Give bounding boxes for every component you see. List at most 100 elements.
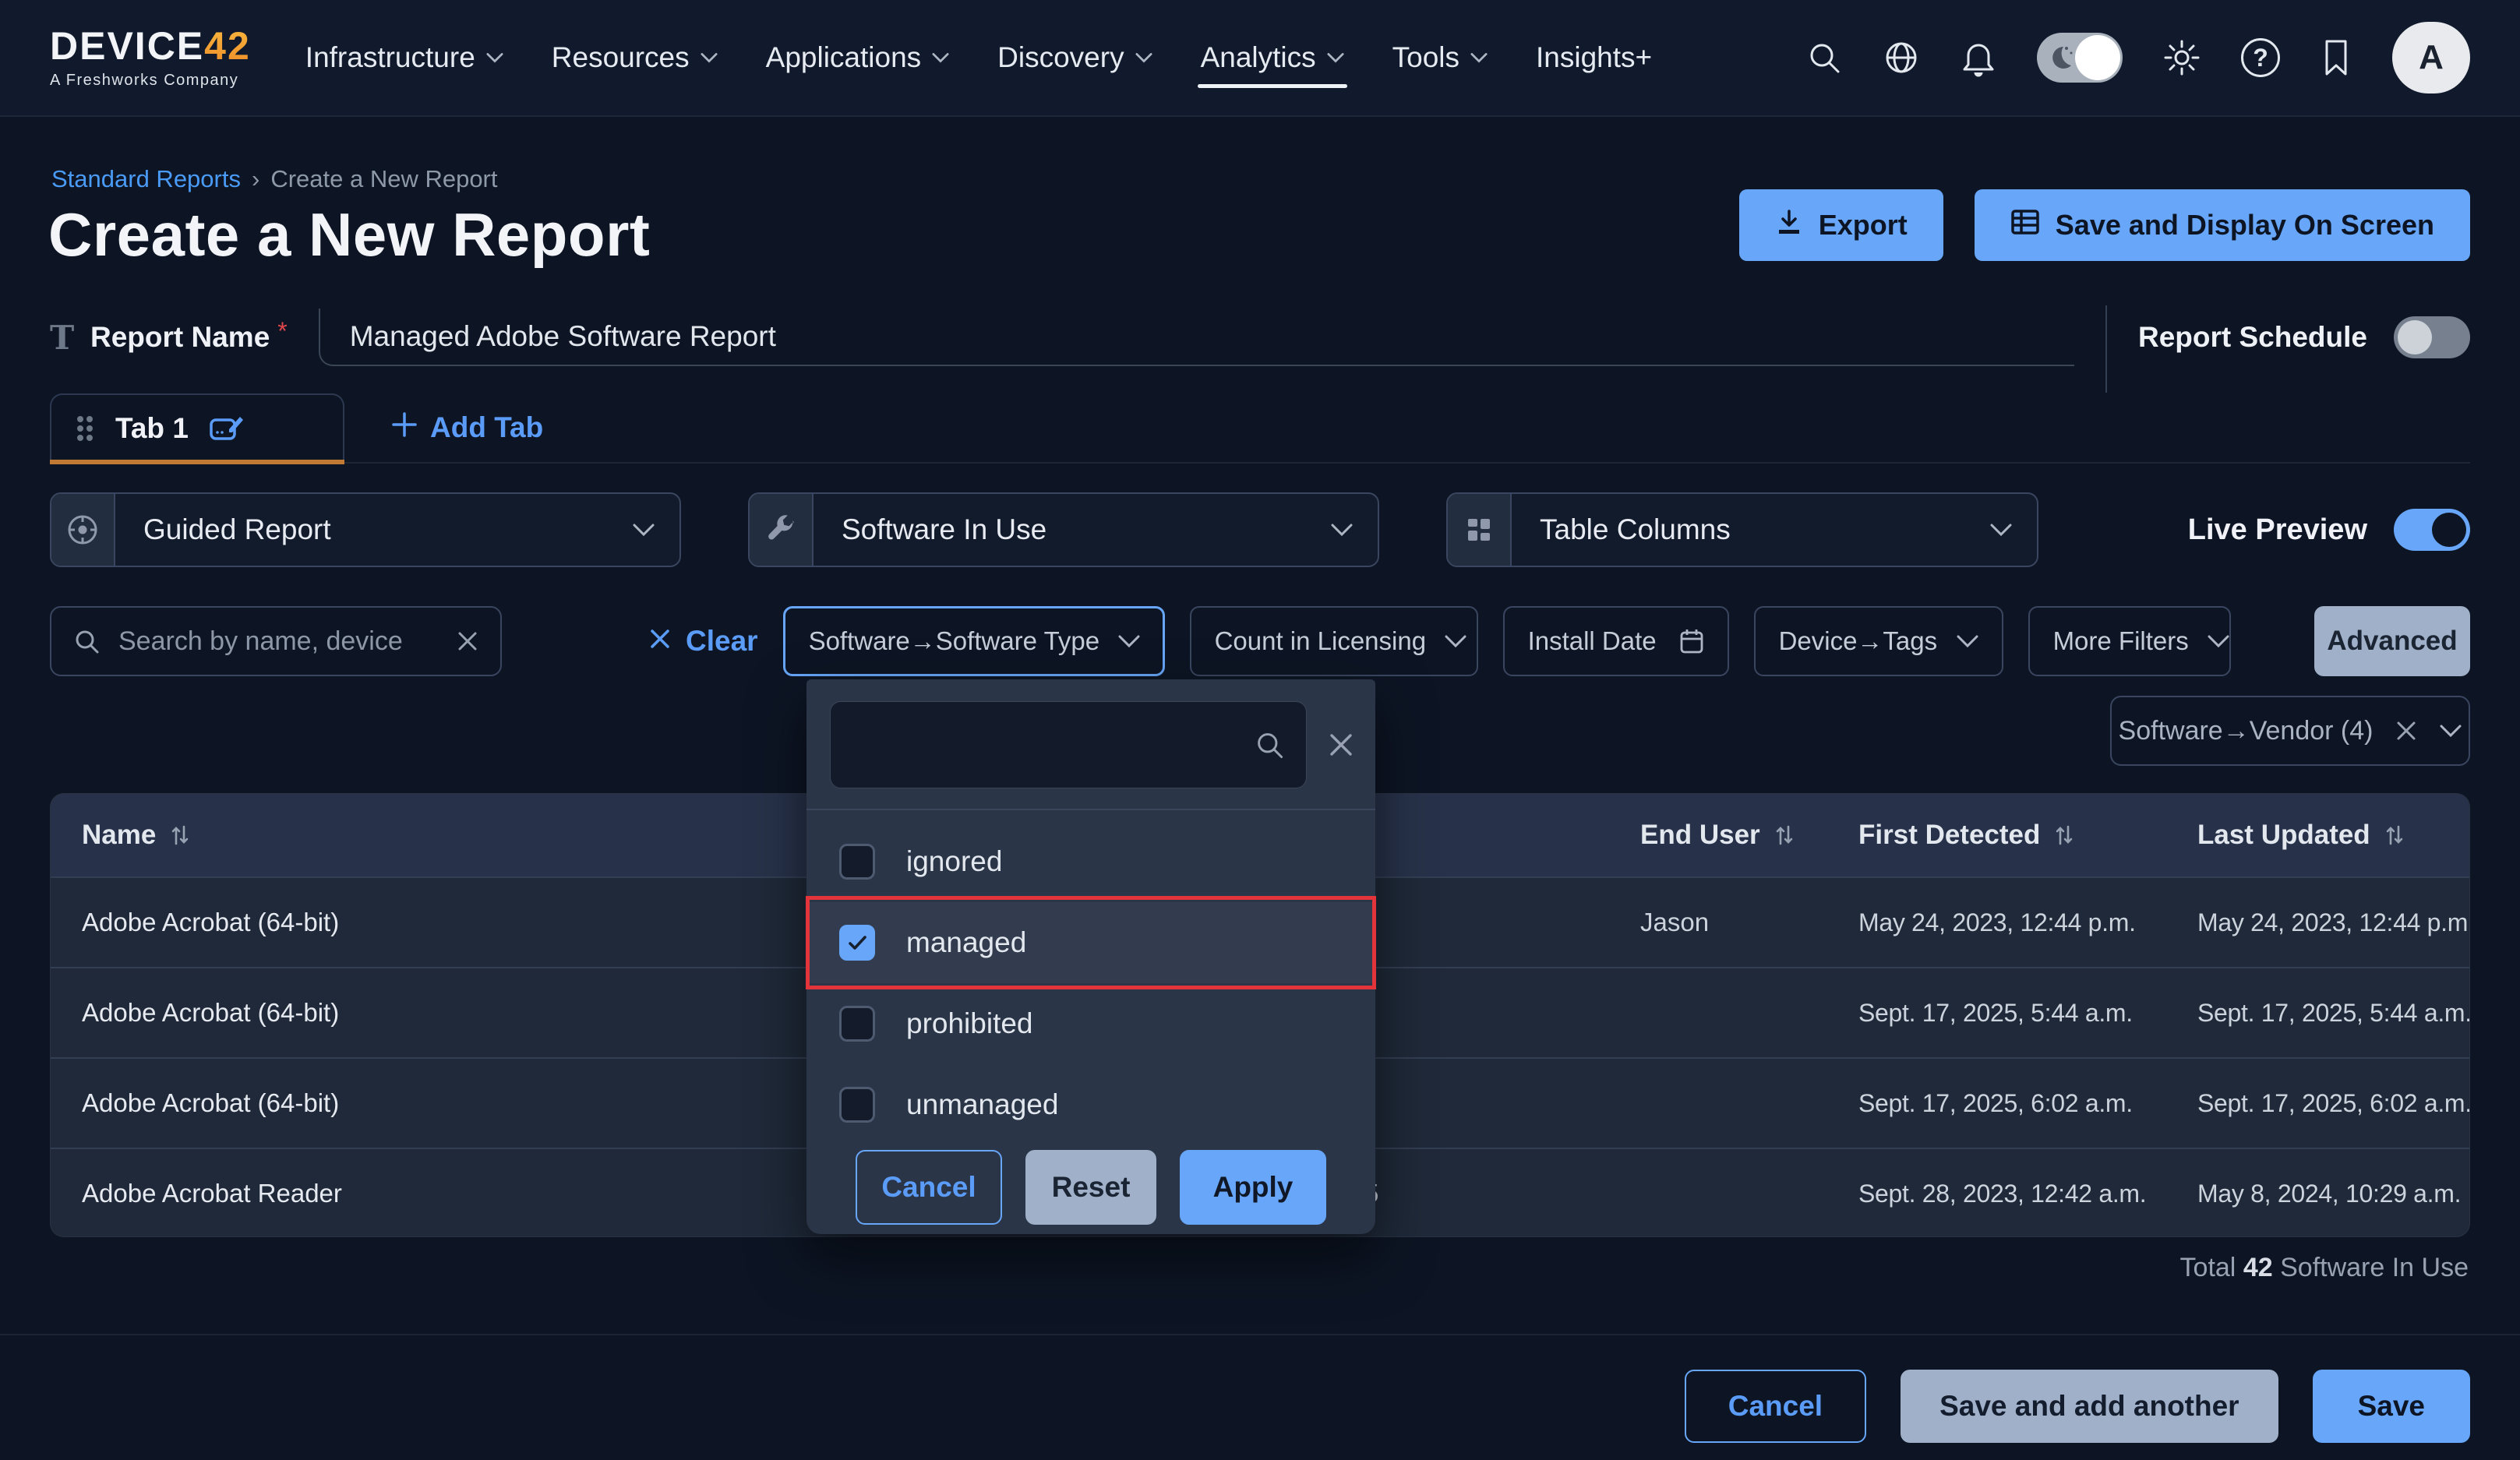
report-name-input[interactable]: Managed Adobe Software Report [319,309,2074,366]
nav-item-tools[interactable]: Tools [1392,7,1488,108]
data-source-select[interactable]: Software In Use [748,492,1379,567]
vertical-divider [2105,305,2107,393]
header-actions: Export Save and Display On Screen [1739,189,2470,261]
close-icon [648,625,672,658]
live-preview-label: Live Preview [2188,513,2367,547]
count-in-licensing-filter-button[interactable]: Count in Licensing [1190,606,1478,676]
device42-logo[interactable]: DEVICE42 A Freshworks Company [50,26,251,90]
sort-icon[interactable] [170,823,190,847]
device-tags-filter-button[interactable]: Device→Tags [1754,606,2003,676]
tab-1-label: Tab 1 [115,412,189,445]
checkbox-checked[interactable] [839,925,875,961]
close-dropdown-icon[interactable] [1327,731,1355,759]
live-preview-toggle[interactable] [2394,509,2470,551]
save-and-display-button[interactable]: Save and Display On Screen [1975,189,2470,261]
user-avatar[interactable]: A [2392,22,2470,93]
drag-handle-icon[interactable] [75,413,95,444]
chevron-down-icon [1445,635,1466,647]
column-header-end-user[interactable]: End User [1609,820,1827,851]
checkbox-unchecked[interactable] [839,1087,875,1123]
chevron-down-icon [1331,494,1353,566]
software-type-filter-button[interactable]: Software→Software Type [783,606,1165,676]
export-button[interactable]: Export [1739,189,1943,261]
cancel-button[interactable]: Cancel [1685,1370,1866,1443]
nav-item-resources[interactable]: Resources [552,7,718,108]
report-schedule-toggle[interactable] [2394,316,2470,358]
chevron-down-icon [1470,52,1488,63]
clear-search-icon[interactable] [457,630,478,652]
column-header-last-updated[interactable]: Last Updated [2166,820,2469,851]
add-tab-button[interactable]: Add Tab [391,411,543,445]
help-icon[interactable]: ? [2241,38,2280,77]
report-type-select[interactable]: Guided Report [50,492,681,567]
top-navbar: DEVICE42 A Freshworks Company Infrastruc… [0,0,2520,117]
settings-gear-icon[interactable] [2163,39,2201,76]
data-source-value: Software In Use [814,494,1331,566]
main-nav: Infrastructure Resources Applications Di… [305,7,1652,108]
selector-row: Guided Report Software In Use Table Colu… [50,492,2470,567]
checkbox-unchecked[interactable] [839,844,875,880]
notifications-bell-icon[interactable] [1961,38,1996,77]
logo-brand: DEVICE [50,24,204,68]
sort-icon[interactable] [2054,823,2074,847]
edit-tab-icon[interactable] [209,412,246,445]
device42-report-builder-screen: DEVICE42 A Freshworks Company Infrastruc… [0,0,2520,1460]
save-button[interactable]: Save [2313,1370,2470,1443]
footer-divider [0,1334,2520,1335]
search-icon[interactable] [1806,40,1842,76]
logo-subtitle: A Freshworks Company [50,72,251,90]
nav-item-infrastructure[interactable]: Infrastructure [305,7,503,108]
chevron-down-icon [701,52,718,63]
clear-filters-button[interactable]: Clear [648,625,758,658]
nav-item-insights[interactable]: Insights+ [1536,7,1652,108]
remove-chip-icon[interactable] [2395,719,2418,742]
theme-toggle[interactable] [2037,33,2123,83]
dropdown-cancel-button[interactable]: Cancel [856,1150,1002,1225]
dropdown-apply-button[interactable]: Apply [1180,1150,1326,1225]
footer-actions: Cancel Save and add another Save [1685,1370,2470,1443]
report-schedule-label: Report Schedule [2138,321,2367,354]
layout-grid-icon [1448,494,1512,566]
dropdown-reset-button[interactable]: Reset [1025,1150,1156,1225]
guided-report-icon [51,494,115,566]
report-name-label: Report Name [90,321,270,354]
chevron-down-icon [1990,494,2012,566]
chevron-down-icon [1327,52,1344,63]
option-prohibited[interactable]: prohibited [806,983,1375,1064]
table-columns-select[interactable]: Table Columns [1446,492,2038,567]
checkbox-unchecked[interactable] [839,1006,875,1042]
required-asterisk: * [277,317,287,346]
more-filters-button[interactable]: More Filters [2028,606,2231,676]
nav-item-analytics[interactable]: Analytics [1201,7,1344,108]
chevron-down-icon [2208,635,2229,647]
dropdown-search-input[interactable] [830,701,1307,788]
option-unmanaged[interactable]: unmanaged [806,1064,1375,1145]
table-columns-value: Table Columns [1512,494,1990,566]
table-search-input[interactable]: Search by name, device [50,606,502,676]
column-header-first-detected[interactable]: First Detected [1827,820,2166,851]
bookmark-icon[interactable] [2321,38,2352,77]
software-type-dropdown-panel: ignored managed prohibited unmanaged Can… [806,679,1375,1234]
chevron-down-icon [1118,635,1140,647]
save-and-add-another-button[interactable]: Save and add another [1901,1370,2278,1443]
vendor-filter-chip[interactable]: Software→Vendor (4) [2110,696,2470,766]
chevron-down-icon [1957,635,1978,647]
sort-icon[interactable] [1774,823,1795,847]
globe-icon[interactable] [1883,39,1920,76]
wrench-icon [750,494,814,566]
option-ignored[interactable]: ignored [806,821,1375,902]
breadcrumb-standard-reports[interactable]: Standard Reports [51,165,241,193]
sort-icon[interactable] [2384,823,2405,847]
advanced-button[interactable]: Advanced [2314,606,2470,676]
active-filter-chips: Software→Vendor (4) [2110,696,2470,766]
install-date-filter-button[interactable]: Install Date [1503,606,1729,676]
option-managed-annotated[interactable]: managed [806,902,1375,983]
search-placeholder: Search by name, device [118,626,438,657]
total-count-value: 42 [2243,1253,2273,1282]
nav-item-discovery[interactable]: Discovery [997,7,1152,108]
tab-1[interactable]: Tab 1 [50,393,344,462]
download-icon [1775,208,1803,243]
tab-bar: Tab 1 Add Tab [50,393,2470,464]
dropdown-search-field[interactable] [852,730,1255,760]
nav-item-applications[interactable]: Applications [766,7,950,108]
